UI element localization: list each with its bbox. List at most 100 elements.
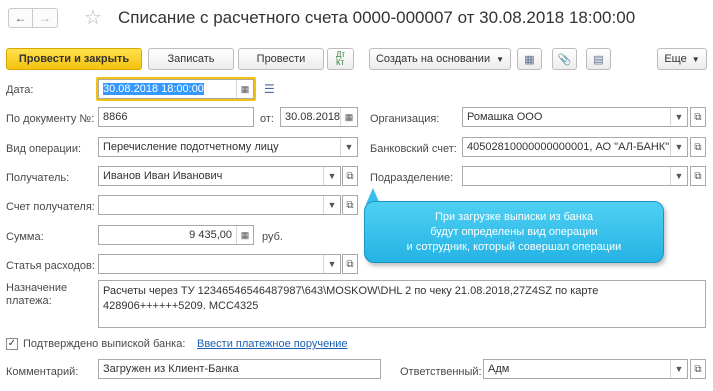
bank-account-value: 40502810000000000001, АО "АЛ-БАНК" xyxy=(467,141,670,153)
dropdown-arrow-icon[interactable]: ▼ xyxy=(670,138,687,156)
doc-number-label: По документу №: xyxy=(6,113,95,125)
dropdown-arrow-icon[interactable]: ▼ xyxy=(340,138,357,156)
recipient-account-open-button[interactable]: ⧉ xyxy=(342,195,358,215)
purpose-label-line-2: платежа: xyxy=(6,295,52,307)
comment-value: Загружен из Клиент-Банка xyxy=(103,363,239,375)
dtkt-icon: Дт Кт xyxy=(335,50,346,67)
report-button[interactable]: ▤ xyxy=(586,48,611,70)
open-window-icon: ⧉ xyxy=(694,111,702,123)
organization-label: Организация: xyxy=(370,113,440,125)
responsible-value: Адм xyxy=(488,363,510,375)
from-date-value: 30.08.2018 xyxy=(285,111,340,123)
structure-button[interactable]: ▦ xyxy=(517,48,542,70)
currency-label: руб. xyxy=(262,231,283,243)
purpose-line-1: Расчеты через ТУ 12346546546487987\643\M… xyxy=(103,285,599,297)
post-and-close-button[interactable]: Провести и закрыть xyxy=(6,48,142,70)
dropdown-arrow-icon: ▼ xyxy=(691,54,700,64)
recipient-label: Получатель: xyxy=(6,172,70,184)
date-value: 30.08.2018 18:00:00 xyxy=(103,83,204,95)
dropdown-arrow-icon[interactable]: ▼ xyxy=(323,196,340,214)
arrow-right-icon: → xyxy=(39,11,51,25)
create-based-on-label: Создать на основании xyxy=(375,53,491,65)
confirmed-checkbox[interactable]: ✓ xyxy=(6,338,18,350)
post-button[interactable]: Провести xyxy=(238,48,324,70)
operation-type-value: Перечисление подотчетному лицу xyxy=(103,141,279,153)
recipient-account-field[interactable]: ▼ xyxy=(98,195,341,215)
organization-value: Ромашка ООО xyxy=(467,111,543,123)
purpose-label-line-1: Назначение xyxy=(6,282,68,294)
calendar-icon[interactable]: ▦ xyxy=(340,108,357,126)
expense-item-field[interactable]: ▼ xyxy=(98,254,341,274)
dropdown-arrow-icon[interactable]: ▼ xyxy=(670,167,687,185)
from-date-label: от: xyxy=(260,113,274,125)
recipient-open-button[interactable]: ⧉ xyxy=(342,166,358,186)
open-window-icon: ⧉ xyxy=(694,141,702,153)
amount-label: Сумма: xyxy=(6,231,44,243)
responsible-field[interactable]: Адм ▼ xyxy=(483,359,688,379)
responsible-label: Ответственный: xyxy=(400,366,482,378)
page-title: Списание с расчетного счета 0000-000007 … xyxy=(118,8,636,27)
date-field[interactable]: 30.08.2018 18:00:00 ▦ xyxy=(98,79,254,99)
doc-number-value: 8866 xyxy=(103,111,128,123)
date-label: Дата: xyxy=(6,84,34,96)
amount-value: 9 435,00 xyxy=(189,229,232,241)
paperclip-icon: 📎 xyxy=(557,53,572,66)
hierarchy-icon: ▦ xyxy=(524,53,535,66)
bank-account-field[interactable]: 40502810000000000001, АО "АЛ-БАНК" ▼ xyxy=(462,137,688,157)
enter-payment-order-link[interactable]: Ввести платежное поручение xyxy=(197,338,348,350)
dropdown-arrow-icon[interactable]: ▼ xyxy=(323,255,340,273)
doc-number-field[interactable]: 8866 xyxy=(98,107,254,127)
organization-field[interactable]: Ромашка ООО ▼ xyxy=(462,107,688,127)
purpose-label: Назначение платежа: xyxy=(6,282,67,308)
bank-account-label: Банковский счет: xyxy=(370,143,457,155)
expense-item-label: Статья расходов: xyxy=(6,260,95,272)
recipient-value: Иванов Иван Иванович xyxy=(103,170,223,182)
division-label: Подразделение: xyxy=(370,172,454,184)
write-button[interactable]: Записать xyxy=(148,48,234,70)
responsible-open-button[interactable]: ⧉ xyxy=(690,359,706,379)
organization-open-button[interactable]: ⧉ xyxy=(690,107,706,127)
back-button[interactable]: ← xyxy=(8,8,33,28)
dt-kt-button[interactable]: Дт Кт xyxy=(327,48,354,70)
expense-item-open-button[interactable]: ⧉ xyxy=(342,254,358,274)
hint-tooltip: При загрузке выписки из банка будут опре… xyxy=(364,201,664,263)
confirmed-label: Подтверждено выпиской банка: xyxy=(23,338,186,350)
comment-field[interactable]: Загружен из Клиент-Банка xyxy=(98,359,381,379)
window-controls xyxy=(625,9,710,25)
dropdown-arrow-icon[interactable]: ▼ xyxy=(670,108,687,126)
calculator-icon[interactable]: ▦ xyxy=(236,226,253,244)
calendar-icon[interactable]: ▦ xyxy=(236,80,253,98)
open-window-icon: ⧉ xyxy=(346,199,354,211)
more-label: Еще xyxy=(664,53,687,65)
recipient-field[interactable]: Иванов Иван Иванович ▼ xyxy=(98,166,341,186)
open-window-icon: ⧉ xyxy=(346,258,354,270)
forward-button[interactable]: → xyxy=(33,8,58,28)
checkmark-icon: ✓ xyxy=(7,338,17,349)
division-open-button[interactable]: ⧉ xyxy=(690,166,706,186)
dropdown-arrow-icon[interactable]: ▼ xyxy=(323,167,340,185)
operation-type-select[interactable]: Перечисление подотчетному лицу ▼ xyxy=(98,137,358,157)
create-based-on-button[interactable]: Создать на основании ▼ xyxy=(369,48,511,70)
bank-account-open-button[interactable]: ⧉ xyxy=(690,137,706,157)
open-window-icon: ⧉ xyxy=(694,363,702,375)
arrow-left-icon: ← xyxy=(14,11,27,25)
purpose-textarea[interactable]: Расчеты через ТУ 12346546546487987\643\M… xyxy=(98,280,706,328)
attach-files-button[interactable]: 📎 xyxy=(552,48,577,70)
more-button[interactable]: Еще ▼ xyxy=(657,48,707,70)
from-date-field[interactable]: 30.08.2018 ▦ xyxy=(280,107,358,127)
tooltip-line-1: При загрузке выписки из банка xyxy=(434,210,594,223)
open-window-icon: ⧉ xyxy=(694,170,702,182)
dropdown-arrow-icon: ▼ xyxy=(496,54,505,64)
dropdown-arrow-icon[interactable]: ▼ xyxy=(670,360,687,378)
recipient-account-label: Счет получателя: xyxy=(6,201,95,213)
open-window-icon: ⧉ xyxy=(346,170,354,182)
division-field[interactable]: ▼ xyxy=(462,166,688,186)
document-icon: ▤ xyxy=(593,53,604,66)
tooltip-line-3: и сотрудник, который совершал операции xyxy=(406,240,622,253)
tooltip-line-2: будут определены вид операции xyxy=(430,225,598,238)
comment-label: Комментарий: xyxy=(6,366,79,378)
amount-field[interactable]: 9 435,00 ▦ xyxy=(98,225,254,245)
operation-type-label: Вид операции: xyxy=(6,143,82,155)
favorite-star-icon[interactable]: ☆ xyxy=(84,8,102,28)
list-icon[interactable]: ☰ xyxy=(264,82,275,96)
